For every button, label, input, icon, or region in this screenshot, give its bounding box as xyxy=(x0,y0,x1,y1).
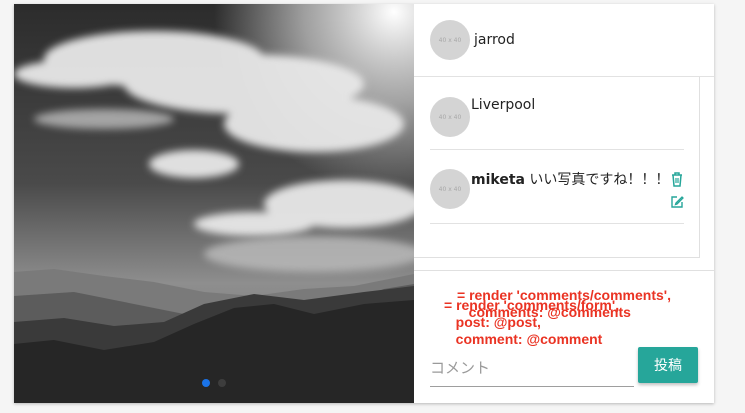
avatar[interactable]: 40 x 40 xyxy=(430,20,470,60)
landscape-image xyxy=(14,4,414,403)
comment-body: Liverpool xyxy=(471,97,536,113)
avatar[interactable]: 40 x 40 xyxy=(430,169,470,209)
post-card: 40 x 40 jarrod 40 x 40 Liverpool 40 x 40… xyxy=(14,4,714,403)
comment-text: miketa いい写真ですね！！！ xyxy=(471,169,669,189)
carousel-indicators xyxy=(202,379,226,387)
carousel-dot-2[interactable] xyxy=(218,379,226,387)
comment-text: Liverpool xyxy=(471,97,535,113)
comment-item: 40 x 40 Liverpool xyxy=(430,97,684,150)
submit-button[interactable]: 投稿 xyxy=(638,347,698,383)
edit-icon[interactable] xyxy=(670,195,684,209)
carousel-dot-1[interactable] xyxy=(202,379,210,387)
annotation-form-render: = render 'comments/form', post: @post, c… xyxy=(444,297,620,347)
comment-input[interactable] xyxy=(430,350,634,387)
avatar[interactable]: 40 x 40 xyxy=(430,97,470,137)
trash-icon[interactable] xyxy=(670,171,684,187)
comment-user[interactable]: miketa xyxy=(471,172,525,188)
post-sidebar: 40 x 40 jarrod 40 x 40 Liverpool 40 x 40… xyxy=(414,4,714,403)
post-author[interactable]: jarrod xyxy=(474,32,515,48)
post-photo[interactable] xyxy=(14,4,414,403)
comments-list: 40 x 40 Liverpool 40 x 40 miketa いい写真ですね… xyxy=(414,77,700,320)
comment-body: いい写真ですね！！！ xyxy=(529,172,670,188)
comment-item: 40 x 40 miketa いい写真ですね！！！ xyxy=(430,165,684,224)
post-header: 40 x 40 jarrod xyxy=(414,4,714,77)
